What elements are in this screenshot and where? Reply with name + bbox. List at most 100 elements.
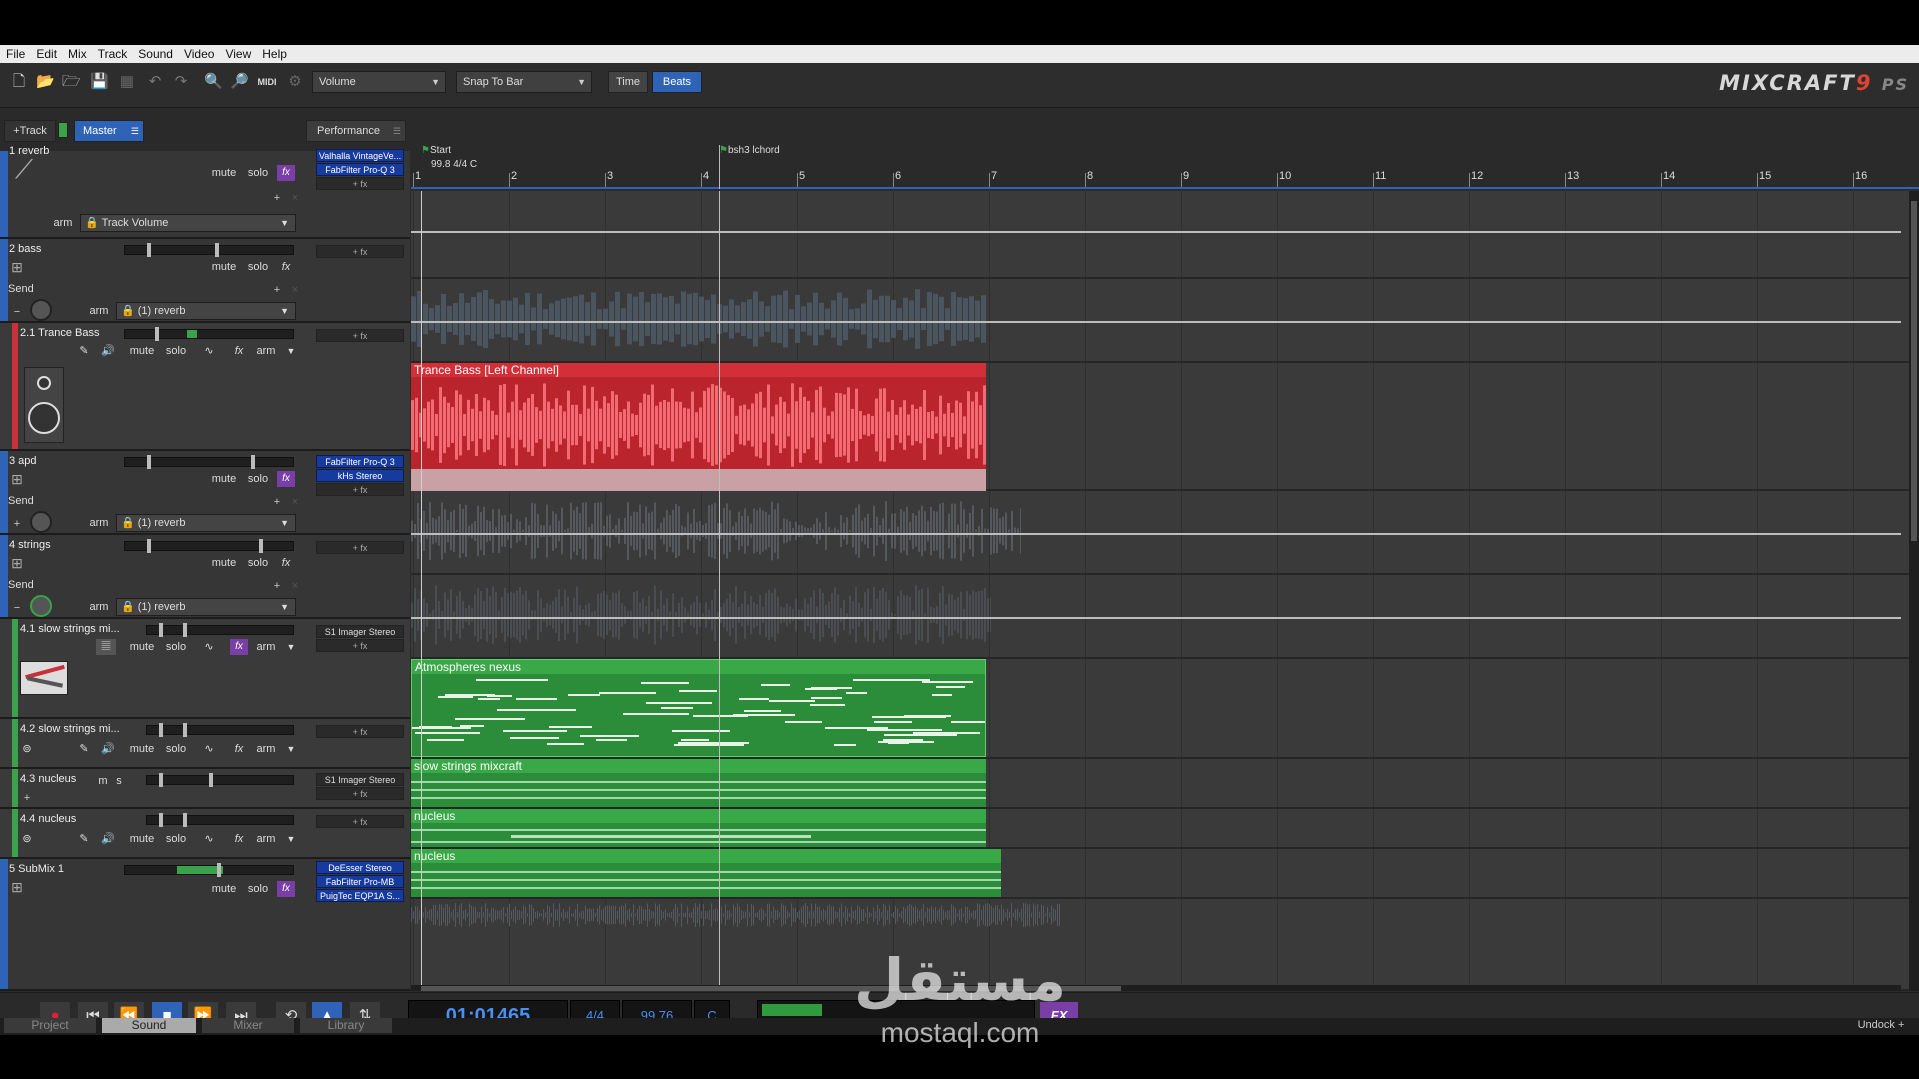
send-knob[interactable] [30,299,52,321]
solo-button[interactable]: solo [162,741,190,757]
piano-icon[interactable]: 𝄚 [96,639,116,655]
chevron-down-icon[interactable]: ▼ [284,741,298,757]
track-submix[interactable]: 5 SubMix 1 ⊞ mute solo fx DeEsser Stereo… [0,859,410,991]
track-bass[interactable]: 2 bass ⊞ mute solo fx + fx Send + × − ar… [0,239,410,323]
plus-icon[interactable]: + [10,517,24,531]
solo-mini-button[interactable]: s [112,773,126,789]
vertical-scrollbar[interactable] [1909,191,1919,991]
lane-nucleus-2[interactable]: nucleus [411,849,1909,899]
plugin-slot[interactable]: FabFilter Pro-Q 3 [316,163,404,176]
timeline-ruler[interactable]: 1 2 3 4 5 6 7 8 9 10 11 12 13 14 15 16 ⚑Start 99.8 4/4 C ⚑… [411,109,1919,189]
track-nucleus-1[interactable]: 4.3 nucleus m s + S1 Imager Stereo + fx [0,769,410,809]
fx-button[interactable]: fx [230,343,248,359]
send-target-select[interactable]: 🔒 (1) reverb ▼ [116,514,296,532]
track-color-icon[interactable] [58,122,68,138]
volume-fader[interactable] [124,455,294,469]
fx-button[interactable]: fx [277,555,295,571]
menu-video[interactable]: Video [184,47,221,61]
tab-library[interactable]: Library [300,1018,392,1033]
solo-button[interactable]: solo [244,881,272,897]
mute-button[interactable]: mute [126,343,158,359]
add-track-button[interactable]: +Track [4,120,56,142]
menu-track[interactable]: Track [98,47,135,61]
midi-icon[interactable]: MIDI [254,73,280,91]
solo-button[interactable]: solo [162,639,190,655]
redo-icon[interactable]: ↷ [172,73,190,91]
mute-button[interactable]: mute [126,741,158,757]
solo-button[interactable]: solo [244,555,272,571]
mute-button[interactable]: mute [208,165,240,181]
arm-button[interactable]: arm [254,831,278,847]
automation-line[interactable] [411,533,1901,535]
midi-clip[interactable]: Atmospheres nexus [411,659,986,757]
pencil-icon[interactable]: ✎ [76,741,92,757]
speaker-icon[interactable]: 🔊 [100,831,116,847]
plugin-slot[interactable]: S1 Imager Stereo [316,625,404,638]
plugin-slot[interactable]: FabFilter Pro-MB [316,875,404,888]
solo-button[interactable]: solo [244,165,272,181]
undo-icon[interactable]: ↶ [146,73,164,91]
automation-icon[interactable]: ∿ [194,343,224,359]
arm-button[interactable]: arm [254,343,278,359]
undock-button[interactable]: Undock + [1846,1018,1916,1033]
track-name[interactable]: 4.3 nucleus [20,773,76,785]
chevron-down-icon[interactable]: ▼ [284,343,298,359]
plugin-slot[interactable]: PuigTec EQP1A S... [316,889,404,902]
menu-view[interactable]: View [225,47,258,61]
zoom-in-icon[interactable]: 🔍 [204,73,223,91]
track-nucleus-2[interactable]: 4.4 nucleus ⊚ ✎ 🔊 mute solo ∿ fx arm ▼ +… [0,809,410,859]
chevron-down-icon[interactable]: ▼ [284,831,298,847]
automation-icon[interactable]: ∿ [194,831,224,847]
lane-reverb[interactable] [411,191,1909,279]
menu-help[interactable]: Help [262,47,294,61]
automation-lane-select[interactable]: 🔒 Track Volume ▼ [80,214,296,232]
zoom-out-icon[interactable]: 🔎 [230,73,249,91]
track-apd[interactable]: 3 apd ⊞ mute solo fx FabFilter Pro-Q 3 k… [0,451,410,535]
track-name[interactable]: 4.1 slow strings mi... [20,623,120,635]
horizontal-scrollbar[interactable] [411,985,1901,991]
mute-button[interactable]: mute [208,881,240,897]
add-fx-button[interactable]: + fx [316,725,404,738]
marker-chord[interactable]: ⚑bsh3 lchord [719,145,780,156]
lane-trance-bass[interactable]: Trance Bass [Left Channel] [411,363,1909,491]
open-folder-icon[interactable]: 📂 [36,73,55,91]
close-icon[interactable]: × [288,579,302,593]
send-target-select[interactable]: 🔒 (1) reverb ▼ [116,598,296,616]
automation-line[interactable] [411,321,1901,323]
plugin-slot[interactable]: Valhalla VintageVe... [316,149,404,162]
automation-line[interactable] [411,231,1901,233]
midi-clip[interactable]: slow strings mixcraft [411,759,986,807]
track-name[interactable]: 3 apd [9,455,37,467]
mute-button[interactable]: mute [126,831,158,847]
solo-button[interactable]: solo [162,831,190,847]
marker-start[interactable]: ⚑Start [421,145,451,156]
add-fx-button[interactable]: + fx [316,483,404,496]
fx-button[interactable]: fx [277,165,295,181]
open-project-icon[interactable]: 🗁 [62,73,81,91]
mute-button[interactable]: mute [208,471,240,487]
arm-button[interactable]: arm [84,303,114,319]
solo-button[interactable]: solo [244,259,272,275]
volume-fader[interactable] [146,813,294,827]
chevron-down-icon[interactable]: ▼ [284,639,298,655]
plugin-slot[interactable]: FabFilter Pro-Q 3 [316,455,404,468]
master-button[interactable]: Master ☰ [74,120,144,142]
mute-button[interactable]: mute [208,259,240,275]
add-fx-button[interactable]: + fx [316,541,404,554]
midi-clip[interactable]: nucleus [411,849,1001,897]
beats-button[interactable]: Beats [652,71,702,93]
mute-button[interactable]: mute [208,555,240,571]
minus-icon[interactable]: − [10,305,24,319]
volume-fader[interactable] [124,863,294,877]
mute-mini-button[interactable]: m [96,773,110,789]
volume-fader[interactable] [124,327,294,341]
snap-select[interactable]: Snap To Bar ▼ [456,71,592,93]
time-button[interactable]: Time [608,71,648,93]
lane-apd[interactable] [411,491,1909,575]
volume-fader[interactable] [124,243,294,257]
menu-sound[interactable]: Sound [138,47,180,61]
fx-button[interactable]: fx [230,639,248,655]
lane-submix[interactable] [411,899,1909,991]
pencil-icon[interactable]: ✎ [76,831,92,847]
send-knob[interactable] [30,511,52,533]
